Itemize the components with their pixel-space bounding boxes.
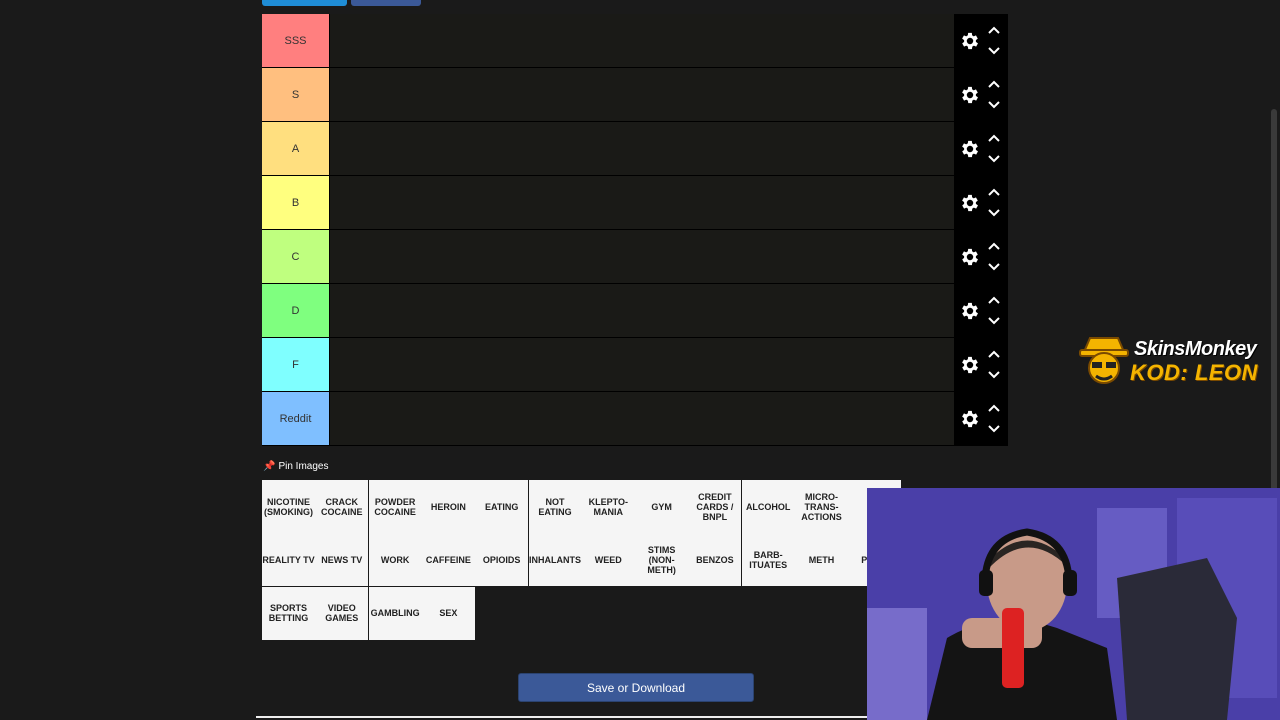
tier-controls <box>954 230 1008 283</box>
pool-item[interactable]: CREDIT CARDS / BNPL <box>688 480 742 533</box>
tier-row: D <box>262 284 1008 338</box>
pool-item[interactable]: STIMS (NON-METH) <box>635 533 689 587</box>
tier-list: SSS S A B C D F Reddit <box>262 14 1008 446</box>
pushpin-icon: 📌 <box>263 460 276 472</box>
top-button-1[interactable] <box>262 0 347 6</box>
pool-item[interactable]: OPIOIDS <box>475 533 529 587</box>
chevron-up-icon[interactable] <box>988 26 1000 34</box>
chevron-down-icon[interactable] <box>988 101 1000 109</box>
chevron-up-icon[interactable] <box>988 188 1000 196</box>
top-button-2[interactable] <box>351 0 421 6</box>
tier-label[interactable]: B <box>262 176 329 229</box>
pin-images-toggle[interactable]: 📌 Pin Images <box>263 459 328 473</box>
pool-item[interactable]: METH <box>795 533 848 587</box>
chevron-up-icon[interactable] <box>988 242 1000 250</box>
webcam-image <box>867 488 1280 720</box>
tier-label[interactable]: C <box>262 230 329 283</box>
gear-icon[interactable] <box>959 84 981 106</box>
pool-item[interactable]: SPORTS BETTING <box>262 586 315 640</box>
tier-controls <box>954 122 1008 175</box>
pool-item[interactable]: WORK <box>368 533 422 587</box>
chevron-up-icon[interactable] <box>988 80 1000 88</box>
gear-icon[interactable] <box>959 354 981 376</box>
tier-label[interactable]: D <box>262 284 329 337</box>
tier-label[interactable]: F <box>262 338 329 391</box>
tier-row: C <box>262 230 1008 284</box>
chevron-down-icon[interactable] <box>988 155 1000 163</box>
save-or-download-button[interactable]: Save or Download <box>518 673 754 702</box>
tier-dropzone[interactable] <box>329 122 955 175</box>
pool-item[interactable]: KLEPTO-MANIA <box>581 480 635 533</box>
tier-controls <box>954 338 1008 391</box>
pool-item[interactable]: NEWS TV <box>315 533 369 587</box>
pool-item[interactable]: NOT EATING <box>528 480 582 533</box>
chevron-up-icon[interactable] <box>988 404 1000 412</box>
webcam-overlay <box>867 488 1280 720</box>
gear-icon[interactable] <box>959 408 981 430</box>
tier-dropzone[interactable] <box>329 176 955 229</box>
gear-icon[interactable] <box>959 300 981 322</box>
pool-item[interactable]: INHALANTS <box>528 533 582 587</box>
tier-controls <box>954 14 1008 67</box>
pool-item[interactable]: MICRO-TRANS-ACTIONS <box>795 480 848 533</box>
tier-label[interactable]: A <box>262 122 329 175</box>
skinsmonkey-overlay: SkinsMonkey KOD: LEON <box>1078 332 1278 388</box>
chevron-down-icon[interactable] <box>988 209 1000 217</box>
gear-icon[interactable] <box>959 192 981 214</box>
tier-row: B <box>262 176 1008 230</box>
pool-item[interactable]: CAFFEINE <box>421 533 475 587</box>
pool-item[interactable]: HEROIN <box>421 480 475 533</box>
pin-images-label: Pin Images <box>278 460 329 472</box>
tier-dropzone[interactable] <box>329 230 955 283</box>
tier-dropzone[interactable] <box>329 68 955 121</box>
pool-item[interactable]: BENZOS <box>688 533 742 587</box>
pool-item[interactable]: REALITY TV <box>262 533 315 587</box>
pool-item[interactable]: VIDEO GAMES <box>315 586 369 640</box>
chevron-up-icon[interactable] <box>988 296 1000 304</box>
pool-item[interactable]: GYM <box>635 480 689 533</box>
promo-code: KOD: LEON <box>1130 360 1258 385</box>
pool-item[interactable]: POWDER COCAINE <box>368 480 422 533</box>
pool-item[interactable]: EATING <box>475 480 529 533</box>
tier-controls <box>954 68 1008 121</box>
chevron-down-icon[interactable] <box>988 371 1000 379</box>
chevron-down-icon[interactable] <box>988 425 1000 433</box>
tier-dropzone[interactable] <box>329 284 955 337</box>
pool-item[interactable]: GAMBLING <box>368 586 422 640</box>
chevron-down-icon[interactable] <box>988 263 1000 271</box>
tier-label[interactable]: Reddit <box>262 392 329 445</box>
tier-row: F <box>262 338 1008 392</box>
chevron-down-icon[interactable] <box>988 47 1000 55</box>
tier-dropzone[interactable] <box>329 338 955 391</box>
chevron-up-icon[interactable] <box>988 350 1000 358</box>
monkey-logo-icon <box>1079 337 1129 384</box>
gear-icon[interactable] <box>959 246 981 268</box>
pool-item[interactable]: CRACK COCAINE <box>315 480 369 533</box>
tier-controls <box>954 284 1008 337</box>
pool-item[interactable]: NICOTINE (SMOKING) <box>262 480 315 533</box>
gear-icon[interactable] <box>959 138 981 160</box>
tier-row: Reddit <box>262 392 1008 446</box>
tier-dropzone[interactable] <box>329 392 955 445</box>
tier-controls <box>954 392 1008 445</box>
pool-item[interactable]: SEX <box>421 586 475 640</box>
tier-row: SSS <box>262 14 1008 68</box>
tier-label[interactable]: SSS <box>262 14 329 67</box>
tier-row: A <box>262 122 1008 176</box>
pool-item[interactable]: WEED <box>581 533 635 587</box>
tier-controls <box>954 176 1008 229</box>
gear-icon[interactable] <box>959 30 981 52</box>
promo-brand: SkinsMonkey <box>1134 338 1257 360</box>
tier-label[interactable]: S <box>262 68 329 121</box>
chevron-up-icon[interactable] <box>988 134 1000 142</box>
chevron-down-icon[interactable] <box>988 317 1000 325</box>
tier-row: S <box>262 68 1008 122</box>
pool-item[interactable]: BARB-ITUATES <box>741 533 795 587</box>
pool-item[interactable]: ALCOHOL <box>741 480 795 533</box>
tier-dropzone[interactable] <box>329 14 955 67</box>
